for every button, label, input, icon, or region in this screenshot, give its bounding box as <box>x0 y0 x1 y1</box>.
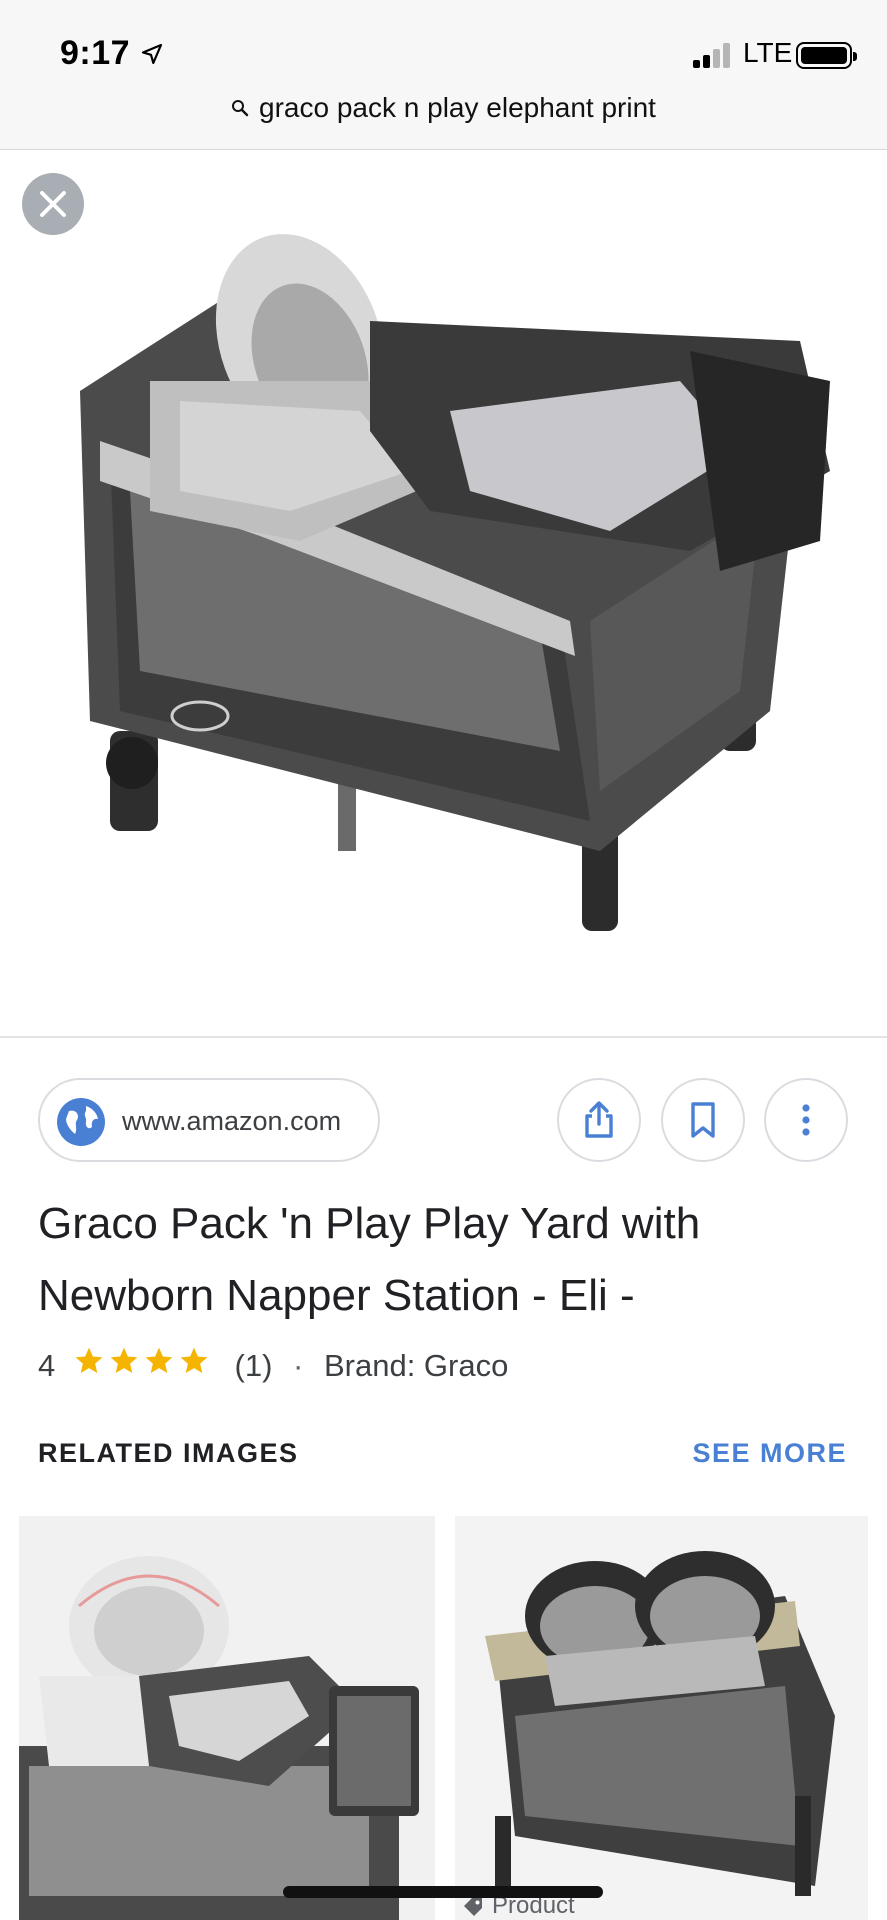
star-icon <box>180 1347 208 1373</box>
status-time: 9:17 <box>60 34 131 72</box>
related-image-1-illustration <box>19 1556 419 1920</box>
related-image-2[interactable] <box>455 1516 868 1920</box>
battery-icon <box>796 42 857 69</box>
close-button[interactable] <box>22 173 84 235</box>
brand-label: Brand: Graco <box>323 1348 509 1384</box>
share-icon <box>585 1101 613 1138</box>
star-rating <box>72 1345 212 1385</box>
close-icon <box>40 191 66 217</box>
location-arrow-icon <box>141 43 163 65</box>
rating-value: 4 <box>38 1348 56 1384</box>
product-image[interactable] <box>0 151 887 1038</box>
review-count: (1) <box>234 1348 273 1384</box>
address-text: graco pack n play elephant print <box>259 92 656 123</box>
share-button[interactable] <box>557 1078 641 1162</box>
bookmark-icon <box>691 1102 715 1138</box>
more-options-button[interactable] <box>764 1078 848 1162</box>
star-icon <box>75 1347 103 1373</box>
see-more-link[interactable]: SEE MORE <box>692 1438 847 1469</box>
source-domain: www.amazon.com <box>122 1106 342 1136</box>
result-meta: 4 (1) · Brand: Graco <box>38 1345 509 1388</box>
related-image-1[interactable] <box>19 1516 435 1920</box>
globe-icon <box>57 1098 105 1146</box>
browser-top-bar: 9:17 LTE graco pack n play elephant prin… <box>0 0 887 150</box>
search-icon <box>232 99 249 116</box>
home-indicator[interactable] <box>283 1886 603 1898</box>
result-title[interactable]: Graco Pack 'n Play Play Yard with Newbor… <box>38 1188 858 1332</box>
star-icon <box>110 1347 138 1373</box>
address-bar[interactable]: graco pack n play elephant print <box>0 92 887 124</box>
related-image-2-illustration <box>485 1551 835 1896</box>
pack-n-play-illustration <box>80 234 830 931</box>
source-link-chip[interactable]: www.amazon.com <box>38 1078 380 1162</box>
network-type: LTE <box>743 37 793 68</box>
more-vert-icon <box>802 1104 810 1136</box>
signal-icon <box>693 42 737 68</box>
star-icon <box>145 1347 173 1373</box>
save-button[interactable] <box>661 1078 745 1162</box>
meta-separator: · <box>293 1348 304 1384</box>
tag-icon <box>464 1897 482 1916</box>
related-images-heading: RELATED IMAGES <box>38 1438 299 1468</box>
